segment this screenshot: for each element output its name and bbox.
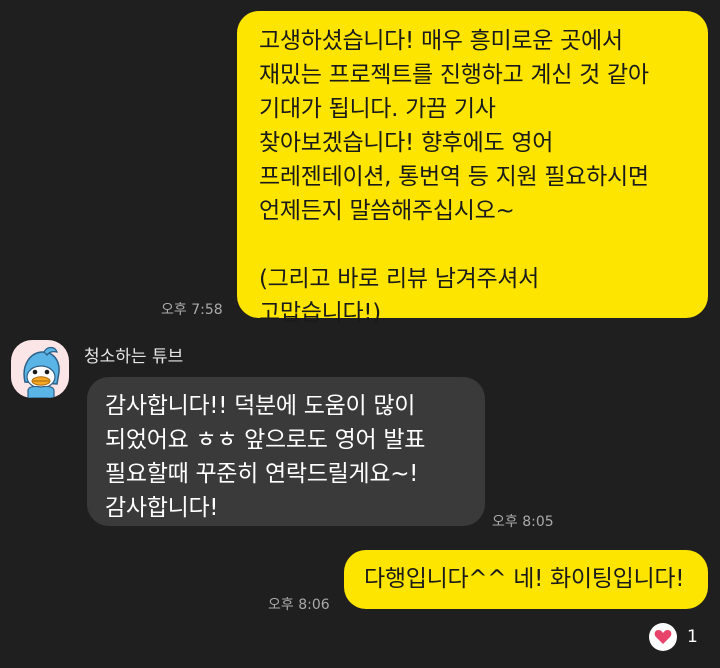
avatar[interactable] bbox=[11, 340, 69, 398]
tube-character-icon bbox=[23, 346, 60, 398]
sender-name[interactable]: 청소하는 튜브 bbox=[84, 342, 183, 367]
message-timestamp: 오후 8:05 bbox=[492, 514, 554, 530]
message-bubble-sent[interactable]: 다행입니다^^ 네! 화이팅입니다! bbox=[344, 550, 708, 609]
message-timestamp: 오후 7:58 bbox=[161, 302, 223, 318]
message-timestamp: 오후 8:06 bbox=[268, 597, 330, 613]
reaction-badge[interactable]: 1 bbox=[649, 623, 698, 651]
heart-icon bbox=[654, 630, 672, 644]
reaction-count: 1 bbox=[687, 627, 698, 647]
message-bubble-sent[interactable]: 고생하셨습니다! 매우 흥미로운 곳에서 재밌는 프로젝트를 진행하고 계신 것… bbox=[237, 11, 708, 326]
heart-reaction bbox=[649, 623, 677, 651]
message-bubble-received[interactable]: 감사합니다!! 덕분에 도움이 많이 되었어요 ㅎㅎ 앞으로도 영어 발표 필요… bbox=[87, 377, 485, 526]
